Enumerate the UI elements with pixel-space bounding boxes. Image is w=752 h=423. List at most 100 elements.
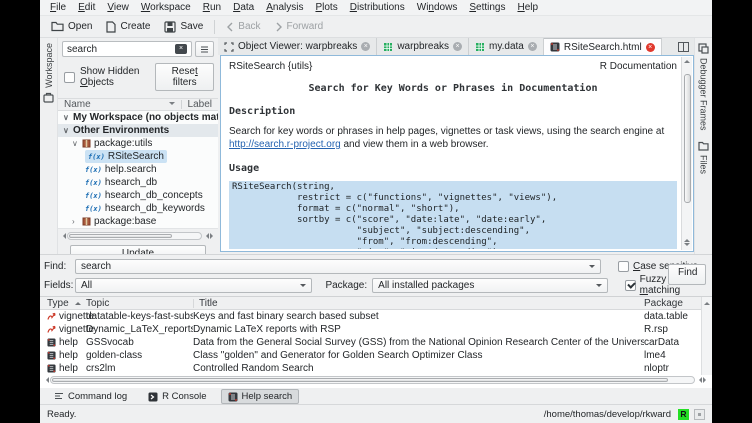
tree-item-hsearch-db-keywords[interactable]: f(x)hsearch_db_keywords (80, 202, 218, 215)
object-viewer-icon (224, 42, 234, 52)
menu-help[interactable]: Help (511, 1, 544, 14)
menu-file[interactable]: File (44, 1, 72, 14)
close-tab-icon[interactable] (646, 43, 655, 52)
forward-button[interactable]: Forward (268, 19, 331, 34)
menu-view[interactable]: View (101, 1, 135, 14)
debugger-frames-icon (698, 43, 709, 54)
tree-item-my-workspace[interactable]: ∨My Workspace (no objects matching filte… (58, 111, 218, 124)
workspace-icon (43, 92, 54, 103)
menu-run[interactable]: Run (197, 1, 227, 14)
column-label: Label (188, 99, 212, 110)
result-row-1[interactable]: vignette datatable-keys-fast-subset Keys… (40, 310, 712, 323)
workspace-dock-tab[interactable]: Workspace (40, 38, 57, 108)
document-vertical-scrollbar[interactable] (681, 57, 692, 250)
chevron-down-icon (169, 102, 175, 108)
function-icon: f(x) (85, 205, 102, 213)
menu-data[interactable]: Data (227, 1, 260, 14)
result-row-5[interactable]: help crs2lm Controlled Random Search nlo… (40, 362, 712, 375)
result-row-2[interactable]: vignette Dynamic_LaTeX_reports_with_RSP … (40, 323, 712, 336)
main-toolbar: Open Create Save Back Forward (40, 16, 712, 38)
chevron-down-icon: ∨ (72, 139, 82, 148)
scroll-up-icon[interactable] (704, 299, 710, 305)
menu-analysis[interactable]: Analysis (260, 1, 309, 14)
result-row-4[interactable]: help golden-class Class "golden" and Gen… (40, 349, 712, 362)
scroll-up-icon[interactable] (684, 236, 690, 242)
menu-workspace[interactable]: Workspace (135, 1, 197, 14)
scroll-left-icon[interactable] (696, 377, 702, 383)
r-engine-status-badge[interactable]: R (678, 409, 689, 420)
tree-item-other-environments[interactable]: ∨Other Environments (58, 124, 218, 137)
column-header-topic[interactable]: Topic (86, 298, 193, 309)
help-document-pane: RSiteSearch {utils} R Documentation Sear… (220, 55, 694, 252)
find-button[interactable]: Find (668, 264, 706, 285)
files-dock-tab[interactable]: Files (695, 136, 712, 179)
tree-horizontal-scrollbar[interactable] (60, 231, 216, 240)
function-icon: f(x) (85, 166, 102, 174)
column-header-title[interactable]: Title (193, 298, 644, 309)
close-tab-icon[interactable] (361, 42, 370, 51)
fuzzy-matching-checkbox[interactable] (625, 280, 636, 291)
menu-windows[interactable]: Windows (411, 1, 464, 14)
object-search-input[interactable]: search (62, 41, 192, 57)
case-sensitive-checkbox[interactable] (618, 261, 629, 272)
tab-warpbreaks[interactable]: warpbreaks (377, 38, 469, 55)
folder-icon (51, 21, 64, 32)
help-search-panel: Find: search Case sensitive Fields: All … (40, 254, 712, 296)
menu-settings[interactable]: Settings (463, 1, 511, 14)
results-horizontal-scrollbar[interactable] (40, 375, 712, 384)
tree-item-hsearch-db-concepts[interactable]: f(x)hsearch_db_concepts (80, 189, 218, 202)
menu-edit[interactable]: Edit (72, 1, 101, 14)
debugger-frames-dock-tab[interactable]: Debugger Frames (695, 38, 712, 136)
scroll-up-icon[interactable] (684, 57, 690, 63)
package-label: Package: (325, 280, 367, 291)
reset-filters-button[interactable]: Reset filters (155, 63, 214, 91)
search-r-project-link[interactable]: http://search.r-project.org (229, 139, 341, 150)
right-dock-strip: Debugger Frames Files (694, 38, 712, 255)
scroll-down-icon[interactable] (684, 243, 690, 249)
column-header-type[interactable]: Type (40, 298, 86, 309)
open-button[interactable]: Open (44, 19, 99, 34)
tree-item-help-search[interactable]: f(x)help.search (80, 163, 218, 176)
tree-column-header[interactable]: Name Label (58, 98, 218, 111)
doc-source-label: R Documentation (600, 61, 677, 72)
tree-item-hsearch-db[interactable]: f(x)hsearch_db (80, 176, 218, 189)
column-header-package[interactable]: Package (644, 298, 701, 309)
close-tab-icon[interactable] (453, 42, 462, 51)
window-list-icon[interactable] (678, 42, 689, 52)
save-button[interactable]: Save (157, 19, 210, 35)
tree-item-rsitesearch[interactable]: f(x)RSiteSearch (80, 150, 218, 163)
filter-options-button[interactable] (195, 41, 214, 57)
scroll-left-icon[interactable] (203, 233, 209, 239)
result-row-3[interactable]: help GSSvocab Data from the General Soci… (40, 336, 712, 349)
scroll-right-icon[interactable] (703, 377, 709, 383)
show-hidden-objects-checkbox[interactable] (64, 72, 75, 83)
fields-combobox[interactable]: All (75, 278, 312, 293)
tab-rsitesearch-html[interactable]: RSiteSearch.html (544, 38, 662, 55)
back-icon (226, 22, 234, 32)
scroll-left-icon[interactable] (60, 233, 66, 239)
scroll-left-icon[interactable] (43, 377, 49, 383)
r-console-button[interactable]: R Console (141, 389, 213, 404)
menu-plots[interactable]: Plots (309, 1, 343, 14)
description-paragraph: Search for key words or phrases in help … (229, 125, 677, 151)
create-button[interactable]: Create (99, 19, 157, 35)
clear-search-icon[interactable] (175, 44, 187, 54)
tab-object-viewer-warpbreaks[interactable]: Object Viewer: warpbreaks (218, 38, 377, 55)
command-log-button[interactable]: Command log (47, 389, 134, 404)
help-search-button[interactable]: Help search (221, 389, 300, 404)
scroll-right-icon[interactable] (210, 233, 216, 239)
document-area: Object Viewer: warpbreaks warpbreaks my.… (218, 38, 694, 255)
find-term-combobox[interactable]: search (75, 259, 601, 274)
close-tab-icon[interactable] (528, 42, 537, 51)
menu-distributions[interactable]: Distributions (344, 1, 411, 14)
usage-code-block[interactable]: RSiteSearch(string, restrict = c("functi… (229, 181, 677, 249)
back-button[interactable]: Back (219, 19, 267, 34)
working-directory: /home/thomas/develop/rkward (544, 409, 671, 420)
results-vertical-scrollbar[interactable] (701, 297, 712, 375)
tab-my-data[interactable]: my.data (469, 38, 544, 55)
tree-item-package-utils[interactable]: ∨package:utils (67, 137, 218, 150)
tree-item-package-base[interactable]: ›package:base (67, 215, 218, 228)
package-combobox[interactable]: All installed packages (372, 278, 607, 293)
page-title: Search for Key Words or Phrases in Docum… (229, 83, 677, 94)
menu-bar: File Edit View Workspace Run Data Analys… (40, 0, 712, 16)
